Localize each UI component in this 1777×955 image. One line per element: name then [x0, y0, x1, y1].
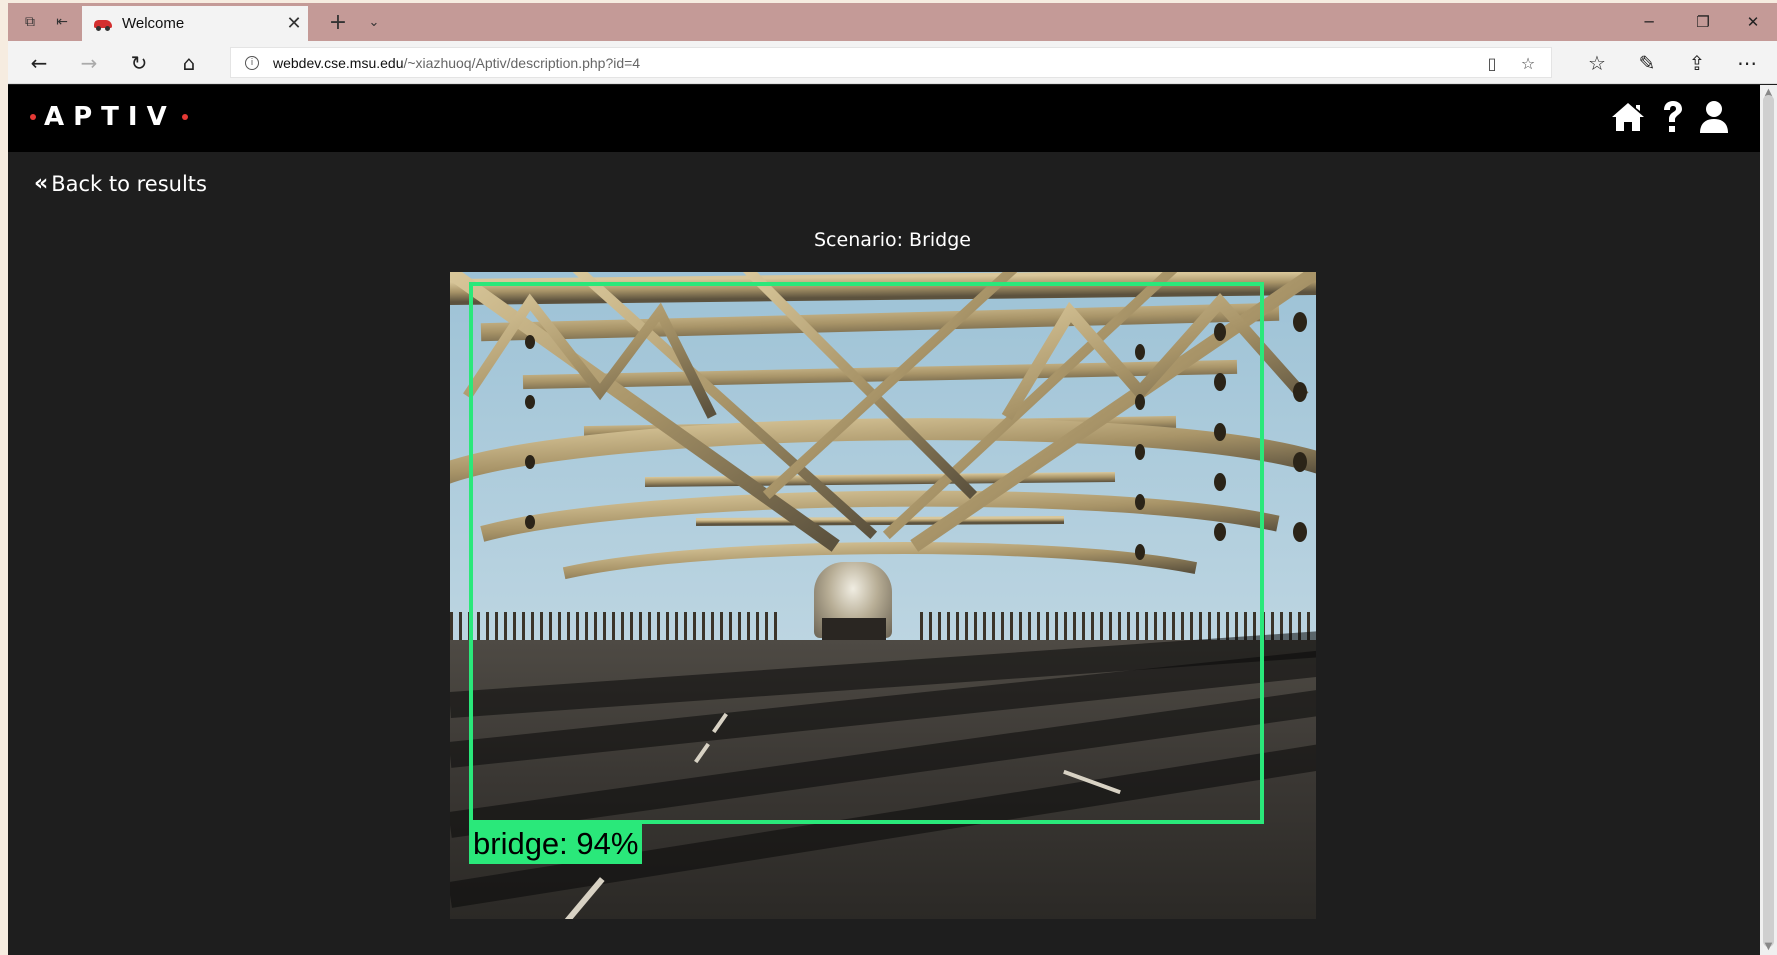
user-icon[interactable]	[1696, 99, 1732, 135]
more-icon[interactable]: ⋯	[1732, 49, 1762, 77]
restore-icon[interactable]: ❐	[1680, 9, 1726, 35]
new-tab-icon[interactable]: +	[324, 9, 352, 35]
logo-dot-left	[30, 114, 36, 120]
tab-bar: ⧉ ⇤ Welcome ✕ + ⌄ ─ ❐ ✕	[8, 3, 1777, 41]
site-header: APTIV	[8, 85, 1760, 152]
back-arrow-icon[interactable]: ←	[24, 49, 54, 77]
nav-bar: ← → ↻ ⌂ i webdev.cse.msu.edu/~xiazhuoq/A…	[8, 41, 1777, 84]
browser-home-icon[interactable]: ⌂	[174, 49, 204, 77]
logo-text: APTIV	[44, 102, 176, 132]
address-bar[interactable]: i webdev.cse.msu.edu/~xiazhuoq/Aptiv/des…	[230, 47, 1552, 78]
page-scrollbar[interactable]: ▲ ▼	[1760, 85, 1777, 955]
home-icon[interactable]	[1610, 99, 1646, 135]
star-icon[interactable]: ☆	[1515, 51, 1541, 75]
share-icon[interactable]: ⇪	[1682, 49, 1712, 77]
aptiv-logo[interactable]: APTIV	[30, 99, 188, 135]
url-text[interactable]: webdev.cse.msu.edu/~xiazhuoq/Aptiv/descr…	[273, 55, 640, 71]
scenario-title: Scenario: Bridge	[8, 229, 1777, 251]
reading-view-icon[interactable]: ▯	[1479, 51, 1505, 75]
tab-title: Welcome	[122, 15, 185, 32]
set-aside-tabs-icon[interactable]: ⧉	[16, 9, 44, 35]
tab-welcome[interactable]: Welcome ✕	[82, 6, 308, 41]
chevron-down-icon[interactable]: ⌄	[360, 9, 388, 35]
tab-close-icon[interactable]: ✕	[280, 13, 308, 34]
pen-icon[interactable]: ✎	[1632, 49, 1662, 77]
favorites-icon[interactable]: ☆	[1582, 49, 1612, 77]
detection-bounding-box	[469, 282, 1264, 824]
detection-image: bridge: 94%	[450, 272, 1316, 919]
forward-arrow-icon[interactable]: →	[74, 49, 104, 77]
scroll-down-icon[interactable]: ▼	[1760, 939, 1777, 955]
double-chevron-left-icon: «	[34, 171, 48, 196]
car-favicon-icon	[94, 18, 112, 31]
scenario-text: Scenario: Bridge	[814, 229, 971, 251]
browser-window: ⧉ ⇤ Welcome ✕ + ⌄ ─ ❐ ✕ ← → ↻ ⌂ i webdev…	[8, 3, 1777, 955]
help-icon[interactable]	[1654, 99, 1690, 135]
logo-dot-right	[181, 114, 188, 120]
minimize-icon[interactable]: ─	[1626, 9, 1672, 35]
info-icon[interactable]: i	[245, 55, 259, 70]
tabs-aside-icon[interactable]: ⇤	[48, 9, 76, 35]
scrollbar-thumb[interactable]	[1763, 95, 1774, 947]
window-close-icon[interactable]: ✕	[1730, 9, 1776, 35]
detection-label: bridge: 94%	[469, 824, 643, 864]
refresh-icon[interactable]: ↻	[124, 49, 154, 77]
back-to-results-link[interactable]: « Back to results	[34, 171, 207, 196]
back-link-label: Back to results	[51, 171, 207, 196]
